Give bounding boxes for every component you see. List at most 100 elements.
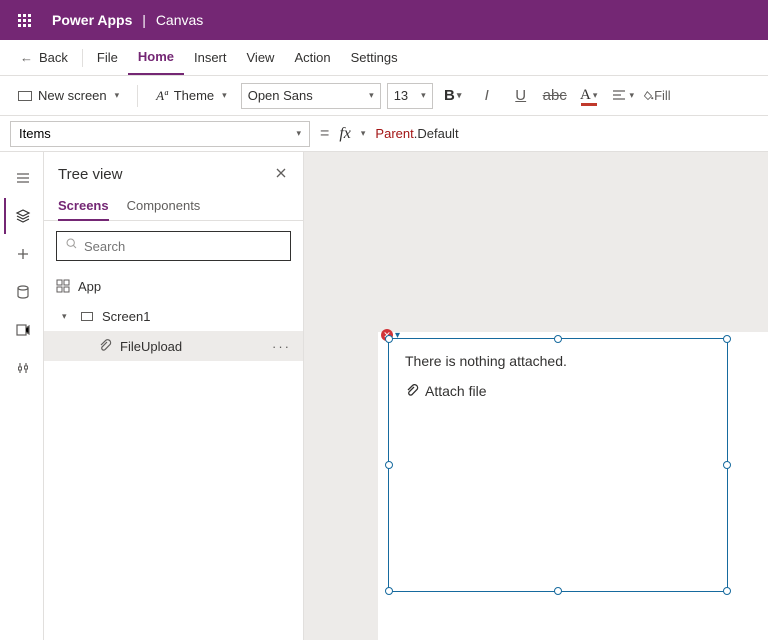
- back-button[interactable]: ← Back: [10, 40, 78, 75]
- menu-view[interactable]: View: [237, 40, 285, 75]
- close-panel-button[interactable]: [271, 162, 291, 186]
- attachment-icon: [98, 339, 112, 353]
- theme-label: Theme: [174, 88, 214, 103]
- tools-icon: [15, 360, 31, 376]
- rail-hamburger-button[interactable]: [4, 160, 40, 196]
- tab-components[interactable]: Components: [127, 192, 201, 220]
- design-canvas[interactable]: ✕ ▾ There is nothing attached. Attach fi…: [304, 152, 768, 640]
- italic-button[interactable]: I: [473, 83, 501, 109]
- resize-handle[interactable]: [385, 587, 393, 595]
- selected-control-fileupload[interactable]: ✕ ▾ There is nothing attached. Attach fi…: [388, 338, 728, 592]
- rail-insert-button[interactable]: [4, 236, 40, 272]
- bold-button[interactable]: B ▾: [439, 83, 467, 109]
- underline-button[interactable]: U: [507, 83, 535, 109]
- database-icon: [15, 284, 31, 300]
- tree-node-app-label: App: [78, 279, 101, 294]
- font-color-swatch: [581, 103, 597, 106]
- fill-label: Fill: [654, 88, 671, 103]
- tree-node-screen1[interactable]: ▾ Screen1: [44, 301, 303, 331]
- formula-token-default: Default: [417, 126, 458, 141]
- font-color-icon: A: [580, 87, 591, 104]
- menu-bar: ← Back File Home Insert View Action Sett…: [0, 40, 768, 76]
- new-screen-label: New screen: [38, 88, 107, 103]
- tree-node-fileupload-label: FileUpload: [120, 339, 182, 354]
- font-color-button[interactable]: A ▾: [575, 83, 603, 109]
- tab-screens[interactable]: Screens: [58, 192, 109, 221]
- resize-handle[interactable]: [723, 461, 731, 469]
- font-family-value: Open Sans: [248, 88, 313, 103]
- tree-node-screen1-label: Screen1: [102, 309, 150, 324]
- plus-icon: [15, 246, 31, 262]
- back-arrow-icon: ←: [20, 50, 33, 65]
- app-launcher-button[interactable]: [8, 4, 40, 36]
- menu-home[interactable]: Home: [128, 40, 184, 75]
- close-icon: [275, 167, 287, 179]
- tree-search-box[interactable]: [56, 231, 291, 261]
- resize-handle[interactable]: [554, 335, 562, 343]
- back-label: Back: [39, 50, 68, 65]
- chevron-down-icon: ▾: [369, 90, 374, 101]
- menu-divider: [82, 49, 83, 67]
- chevron-down-icon: ▾: [115, 90, 120, 101]
- screen-icon: [80, 309, 94, 323]
- tree-node-fileupload[interactable]: FileUpload ···: [44, 331, 303, 361]
- attach-file-label: Attach file: [425, 383, 486, 399]
- align-icon: [611, 88, 627, 104]
- font-size-value: 13: [394, 88, 408, 103]
- fill-icon: [643, 88, 654, 104]
- screen-icon: [18, 91, 32, 101]
- tree-view-panel: Tree view Screens Components App ▾ Scree…: [44, 152, 304, 640]
- toolbar-separator: [137, 85, 138, 107]
- fill-button[interactable]: Fill: [643, 83, 671, 109]
- chevron-down-icon: ▾: [296, 128, 301, 139]
- theme-button[interactable]: Aª Theme ▾: [148, 84, 235, 108]
- attach-file-button[interactable]: Attach file: [405, 383, 711, 399]
- attachment-control-body: There is nothing attached. Attach file: [389, 339, 727, 413]
- chevron-down-icon: ▾: [457, 90, 462, 101]
- hamburger-icon: [15, 170, 31, 186]
- rail-data-button[interactable]: [4, 274, 40, 310]
- resize-handle[interactable]: [723, 587, 731, 595]
- media-icon: [15, 322, 31, 338]
- rail-advanced-button[interactable]: [4, 350, 40, 386]
- menu-action[interactable]: Action: [284, 40, 340, 75]
- menu-insert[interactable]: Insert: [184, 40, 237, 75]
- property-bar: Items ▾ = fx ▾ Parent.Default: [0, 116, 768, 152]
- left-rail: [0, 152, 44, 640]
- align-button[interactable]: ▾: [609, 83, 637, 109]
- brand-label: Power Apps: [52, 12, 132, 28]
- property-select[interactable]: Items ▾: [10, 121, 310, 147]
- resize-handle[interactable]: [385, 461, 393, 469]
- layers-icon: [15, 208, 31, 224]
- formula-input[interactable]: Parent.Default: [375, 126, 458, 142]
- property-name: Items: [19, 126, 51, 141]
- chevron-down-icon[interactable]: ▾: [395, 330, 400, 341]
- tree-node-app[interactable]: App: [44, 271, 303, 301]
- strikethrough-button[interactable]: abc: [541, 83, 569, 109]
- resize-handle[interactable]: [385, 335, 393, 343]
- rail-media-button[interactable]: [4, 312, 40, 348]
- formula-token-parent: Parent: [375, 126, 413, 141]
- font-family-select[interactable]: Open Sans ▾: [241, 83, 381, 109]
- tree-search-input[interactable]: [84, 239, 282, 254]
- chevron-down-icon: ▾: [222, 90, 227, 101]
- chevron-down-icon: ▾: [421, 90, 426, 101]
- paperclip-icon: [405, 384, 419, 398]
- resize-handle[interactable]: [723, 335, 731, 343]
- equals-label: =: [320, 125, 329, 143]
- theme-icon: Aª: [156, 88, 168, 104]
- app-name-label: Canvas: [156, 12, 203, 28]
- chevron-down-icon: ▾: [361, 128, 366, 139]
- tree-node-more-button[interactable]: ···: [272, 339, 291, 354]
- new-screen-button[interactable]: New screen ▾: [10, 84, 127, 107]
- font-size-select[interactable]: 13 ▾: [387, 83, 433, 109]
- menu-file[interactable]: File: [87, 40, 128, 75]
- app-header: Power Apps | Canvas: [0, 0, 768, 40]
- search-icon: [65, 237, 78, 255]
- menu-settings[interactable]: Settings: [341, 40, 408, 75]
- resize-handle[interactable]: [554, 587, 562, 595]
- attachment-empty-text: There is nothing attached.: [405, 353, 711, 369]
- rail-tree-view-button[interactable]: [4, 198, 40, 234]
- tree-tabs: Screens Components: [44, 192, 303, 221]
- expand-caret-icon[interactable]: ▾: [62, 311, 72, 322]
